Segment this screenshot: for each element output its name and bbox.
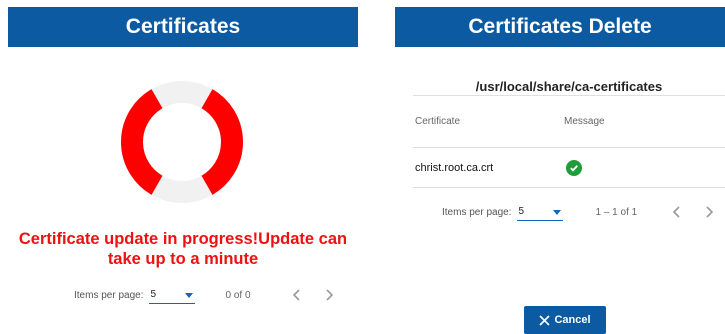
chevron-down-icon xyxy=(185,292,194,298)
table-header-row: Certificate Message xyxy=(413,96,725,147)
items-per-page-value: 5 xyxy=(150,289,157,300)
progress-spinner xyxy=(121,81,243,203)
spinner-arc-right xyxy=(201,89,243,195)
chevron-right-icon xyxy=(706,206,714,218)
certificate-name: christ.root.ca.crt xyxy=(415,161,494,174)
chevron-left-icon xyxy=(673,206,680,218)
certificates-delete-header: Certificates Delete xyxy=(395,7,725,47)
items-per-page-label: Items per page: xyxy=(442,206,512,218)
certificates-panel: Certificates Certificate update in progr… xyxy=(8,0,358,334)
progress-message: Certificate update in progress!Update ca… xyxy=(18,230,348,268)
certificates-delete-panel: Certificates Delete /usr/local/share/ca-… xyxy=(395,0,725,334)
cancel-button[interactable]: Cancel xyxy=(524,306,606,334)
close-icon xyxy=(539,314,551,326)
certificates-title: Certificates xyxy=(125,15,241,38)
cancel-label: Cancel xyxy=(554,314,591,326)
previous-page-button[interactable] xyxy=(285,283,309,307)
page-range: 1 – 1 of 1 xyxy=(595,206,638,218)
certificate-path: /usr/local/share/ca-certificates xyxy=(475,79,663,94)
certificates-header: Certificates xyxy=(8,7,358,47)
chevron-right-icon xyxy=(325,289,333,301)
table-row[interactable]: christ.root.ca.crt xyxy=(413,148,725,187)
chevron-left-icon xyxy=(292,289,300,301)
certificates-delete-title: Certificates Delete xyxy=(468,15,652,38)
message-cell xyxy=(564,159,725,176)
items-per-page-select[interactable]: 5 xyxy=(149,287,196,304)
column-header-message: Message xyxy=(564,116,605,127)
next-page-button[interactable] xyxy=(697,200,721,224)
items-per-page-label: Items per page: xyxy=(74,289,144,301)
column-header-certificate: Certificate xyxy=(415,116,461,127)
items-per-page-select[interactable]: 5 xyxy=(517,204,564,221)
spinner-arc-left xyxy=(121,89,163,195)
certificates-table: Certificate Message christ.root.ca.crt xyxy=(413,95,725,188)
items-per-page-value: 5 xyxy=(518,206,525,217)
right-paginator: Items per page: 5 1 – 1 of 1 xyxy=(442,200,721,224)
left-paginator: Items per page: 5 0 of 0 xyxy=(74,283,341,307)
previous-page-button[interactable] xyxy=(665,200,689,224)
check-circle-icon xyxy=(566,159,582,176)
next-page-button[interactable] xyxy=(317,283,341,307)
chevron-down-icon xyxy=(553,209,562,215)
page-range: 0 of 0 xyxy=(225,289,251,301)
table-divider xyxy=(413,187,725,188)
